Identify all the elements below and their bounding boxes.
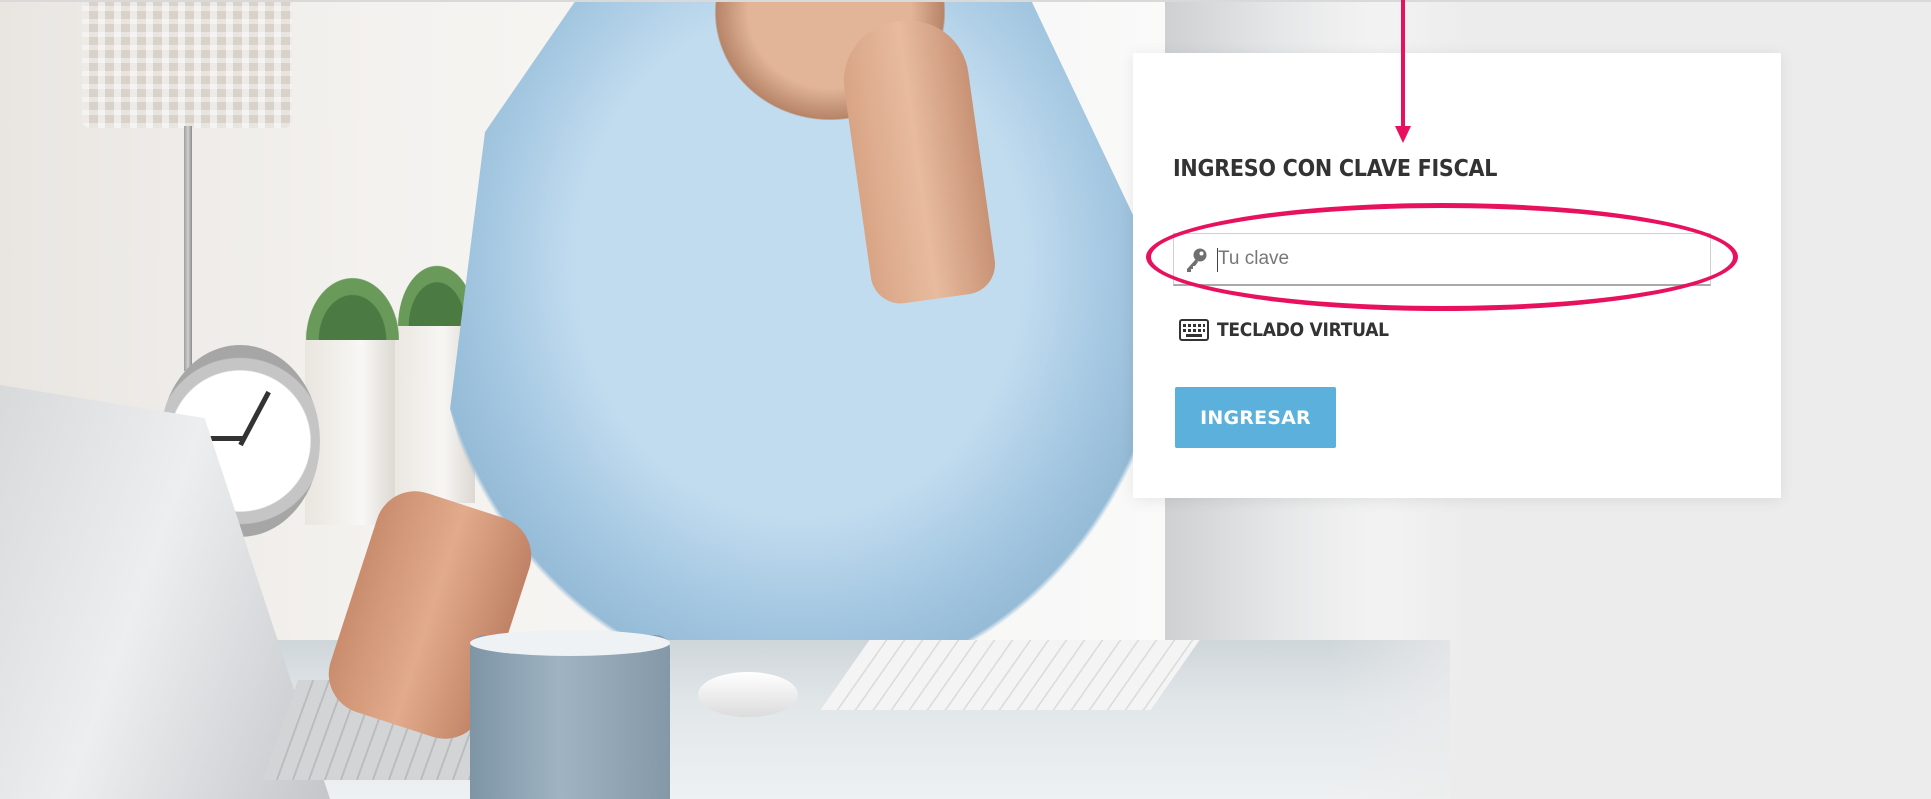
text-caret	[1217, 248, 1218, 272]
password-input[interactable]	[1218, 242, 1698, 276]
virtual-keyboard-label: TECLADO VIRTUAL	[1217, 319, 1389, 341]
virtual-keyboard-link[interactable]: TECLADO VIRTUAL	[1179, 315, 1408, 345]
background-keyboard	[820, 640, 1200, 710]
background-mug-rim	[470, 630, 670, 656]
background-lamp-pole	[184, 126, 192, 371]
submit-button[interactable]: INGRESAR	[1175, 387, 1336, 448]
login-title: INGRESO CON CLAVE FISCAL	[1173, 156, 1498, 182]
password-field[interactable]	[1173, 233, 1711, 286]
background-mug	[470, 635, 670, 799]
annotation-arrow-head	[1395, 126, 1411, 143]
top-divider	[0, 0, 1931, 2]
login-card: INGRESO CON CLAVE FISCAL TECLADO VIRTUAL…	[1133, 53, 1781, 498]
background-succulent	[300, 270, 405, 340]
key-icon	[1184, 247, 1208, 273]
annotation-arrow	[1401, 0, 1405, 128]
background-mouse	[698, 672, 798, 717]
background-lamp-shade	[82, 0, 292, 128]
keyboard-icon	[1179, 319, 1209, 341]
